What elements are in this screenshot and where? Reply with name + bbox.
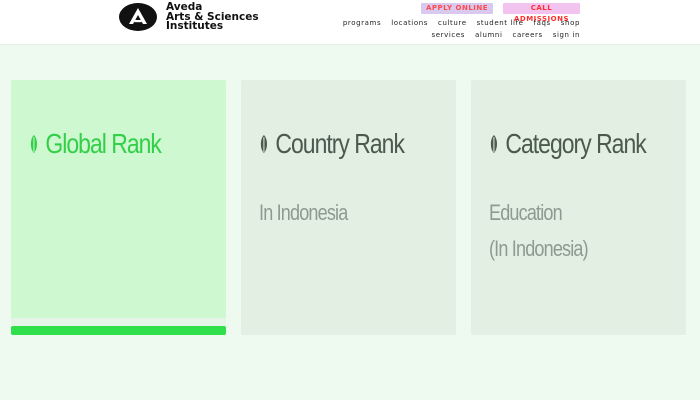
aveda-logo-icon — [119, 3, 157, 32]
category-rank-country: (In Indonesia) — [489, 236, 589, 261]
global-rank-progress-fill — [11, 326, 226, 335]
call-admissions-button[interactable]: CALL ADMISSIONS — [503, 3, 580, 23]
secondary-nav: services alumni careers sign in — [432, 31, 581, 39]
nav-item-culture[interactable]: culture — [438, 19, 467, 27]
primary-nav: programs locations culture student life … — [343, 19, 580, 27]
nav-item-student-life[interactable]: student life — [477, 19, 524, 27]
nav-item-programs[interactable]: programs — [343, 19, 381, 27]
nav-item-careers[interactable]: careers — [513, 31, 543, 39]
country-rank-label: Country Rank — [275, 128, 405, 159]
global-rank-card[interactable]: Global Rank — [11, 80, 226, 335]
country-rank-card[interactable]: Country Rank In Indonesia — [241, 80, 456, 335]
category-rank-category: Education — [489, 200, 563, 225]
brand-logo[interactable]: Aveda Arts & Sciences Institutes — [119, 2, 259, 32]
header-bar: Aveda Arts & Sciences Institutes APPLY O… — [0, 0, 700, 45]
brand-name: Aveda Arts & Sciences Institutes — [166, 2, 259, 32]
leaf-icon — [260, 135, 267, 153]
leaf-icon — [490, 135, 497, 153]
category-rank-subtitle: Education (In Indonesia) — [489, 195, 589, 267]
leaf-icon — [30, 135, 37, 153]
nav-item-sign-in[interactable]: sign in — [553, 31, 580, 39]
category-rank-label: Category Rank — [505, 128, 646, 159]
global-rank-progress-track — [11, 318, 226, 335]
nav-item-locations[interactable]: locations — [391, 19, 428, 27]
country-rank-title: Country Rank — [259, 128, 405, 160]
apply-online-button[interactable]: APPLY ONLINE — [421, 3, 493, 14]
global-rank-title: Global Rank — [29, 128, 162, 160]
country-rank-country: In Indonesia — [259, 200, 348, 225]
category-rank-card[interactable]: Category Rank Education (In Indonesia) — [471, 80, 686, 335]
category-rank-title: Category Rank — [489, 128, 647, 160]
global-rank-label: Global Rank — [45, 128, 162, 159]
nav-item-faqs[interactable]: faqs — [534, 19, 551, 27]
brand-line-3: Institutes — [166, 20, 224, 32]
nav-item-shop[interactable]: shop — [561, 19, 580, 27]
country-rank-subtitle: In Indonesia — [259, 195, 348, 231]
nav-item-alumni[interactable]: alumni — [475, 31, 502, 39]
nav-item-services[interactable]: services — [432, 31, 466, 39]
